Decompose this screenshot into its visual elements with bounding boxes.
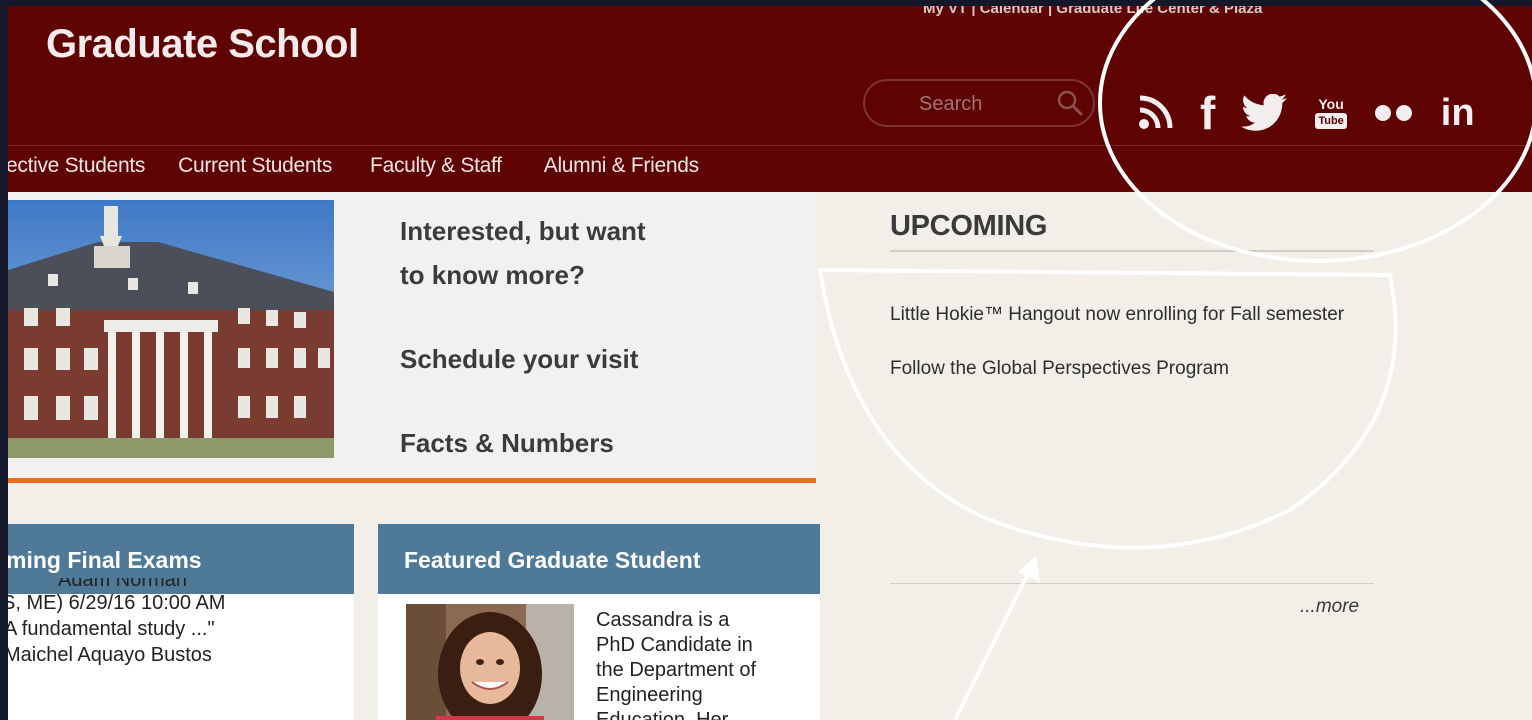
- linkedin-glyph: in: [1440, 91, 1475, 134]
- schedule-visit-link[interactable]: Schedule your visit: [400, 344, 638, 375]
- rss-icon[interactable]: [1136, 88, 1174, 138]
- youtube-label-bottom: Tube: [1315, 113, 1347, 129]
- student-line: Cassandra is a: [596, 609, 730, 631]
- search-icon[interactable]: [1055, 88, 1085, 118]
- main-nav: ective Students Current Students Faculty…: [8, 154, 699, 184]
- facts-numbers-link[interactable]: Facts & Numbers: [400, 428, 614, 459]
- nav-divider: [8, 145, 1532, 146]
- linkedin-icon[interactable]: in: [1441, 88, 1475, 138]
- upcoming-item-global-perspectives[interactable]: Follow the Global Perspectives Program: [890, 352, 1360, 386]
- upcoming-list: Little Hokie™ Hangout now enrolling for …: [890, 298, 1360, 406]
- exam-line: A fundamental study ...": [8, 618, 215, 640]
- site-header: Graduate School My VT | Calendar | Gradu…: [8, 6, 1532, 192]
- facebook-icon[interactable]: f: [1200, 87, 1216, 139]
- top-utility-links[interactable]: My VT | Calendar | Graduate Life Center …: [923, 6, 1262, 17]
- featured-student-title: Featured Graduate Student: [404, 547, 701, 573]
- twitter-icon[interactable]: [1241, 88, 1289, 138]
- youtube-icon[interactable]: You Tube: [1315, 88, 1347, 138]
- student-line: the Department of: [596, 659, 757, 681]
- nav-item-current-students[interactable]: Current Students: [178, 154, 332, 184]
- social-links: f You Tube in: [1136, 87, 1475, 139]
- nav-item-faculty-staff[interactable]: Faculty & Staff: [370, 154, 502, 184]
- promo-interested-line1[interactable]: Interested, but want: [400, 216, 646, 247]
- nav-item-prospective-students[interactable]: ective Students: [8, 154, 145, 184]
- site-title[interactable]: Graduate School: [46, 22, 359, 67]
- student-photo[interactable]: [406, 604, 574, 720]
- search-input[interactable]: [917, 91, 1041, 117]
- nav-item-alumni-friends[interactable]: Alumni & Friends: [544, 154, 699, 184]
- upcoming-item-hokie-hangout[interactable]: Little Hokie™ Hangout now enrolling for …: [890, 298, 1360, 332]
- upcoming-bottom-divider: [890, 583, 1374, 584]
- campus-building-photo: [8, 200, 334, 458]
- more-link[interactable]: ...more: [1300, 596, 1359, 618]
- student-line: PhD Candidate in: [596, 634, 753, 656]
- facebook-glyph: f: [1200, 87, 1216, 139]
- exam-line: S, ME) 6/29/16 10:00 AM: [8, 592, 226, 614]
- final-exam-details[interactable]: Adam Norman S, ME) 6/29/16 10:00 AM A fu…: [8, 578, 225, 668]
- search-box[interactable]: [863, 79, 1095, 127]
- student-line: Engineering: [596, 684, 703, 706]
- upcoming-heading: UPCOMING: [890, 210, 1048, 242]
- web-page: Graduate School My VT | Calendar | Gradu…: [8, 6, 1532, 720]
- featured-student-header[interactable]: Featured Graduate Student: [378, 524, 820, 594]
- flickr-icon[interactable]: [1373, 88, 1415, 138]
- exam-line: Maichel Aquayo Bustos: [8, 644, 212, 666]
- exam-line: Adam Norman: [58, 578, 187, 590]
- final-exams-title: ming Final Exams: [8, 547, 202, 573]
- featured-student-blurb: Cassandra is a PhD Candidate in the Depa…: [596, 608, 806, 720]
- orange-divider: [8, 478, 816, 483]
- youtube-label-top: You: [1318, 96, 1344, 112]
- upcoming-divider: [890, 250, 1374, 252]
- promo-interested-line2[interactable]: to know more?: [400, 260, 585, 291]
- student-line: Education. Her: [596, 709, 729, 720]
